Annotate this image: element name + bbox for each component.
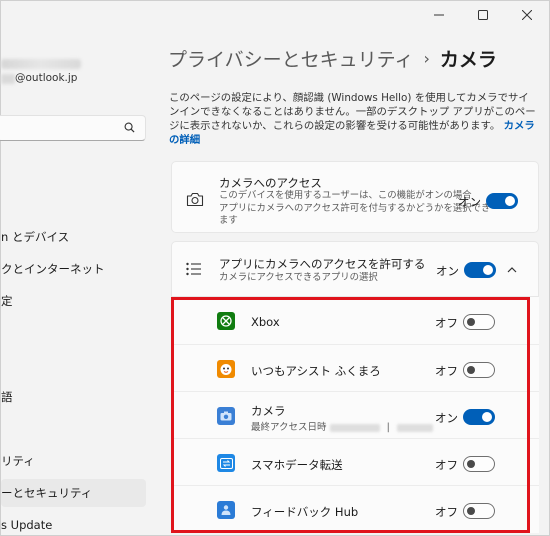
xbox-icon: [217, 312, 235, 330]
feedback-hub-icon: [217, 501, 235, 519]
app-state: オフ: [435, 505, 458, 519]
sidebar-item-label: n とデバイス: [1, 230, 70, 244]
feedback-hub-toggle[interactable]: [463, 503, 495, 519]
camera-icon: [186, 192, 204, 207]
sidebar-item-bluetooth-devices[interactable]: n とデバイス: [1, 223, 146, 251]
breadcrumb-parent[interactable]: プライバシーとセキュリティ: [168, 45, 413, 72]
breadcrumb-separator: ›: [423, 49, 430, 68]
settings-search-input[interactable]: [0, 115, 146, 141]
camera-access-toggle[interactable]: [486, 193, 518, 209]
sidebar-item-label: 定: [1, 294, 13, 308]
app-row-camera: カメラ 最終アクセス日時 | オン: [171, 391, 539, 438]
last-access-time-redacted: [396, 423, 433, 432]
app-camera-access-title: アプリにカメラへのアクセスを許可する: [219, 257, 426, 271]
sidebar-item-windows-update[interactable]: s Update: [1, 511, 146, 536]
app-camera-access-toggle[interactable]: [464, 262, 496, 278]
app-list: Xbox オフ いつもアシスト ふくまろ オフ カメラ 最終アクセス日時 | オ…: [171, 297, 539, 533]
app-row-fukumaro: いつもアシスト ふくまろ オフ: [171, 344, 539, 391]
camera-access-subtitle-1: このデバイスを使用するユーザーは、この機能がオンの場合: [219, 190, 472, 201]
app-state: オフ: [435, 458, 458, 472]
last-access-separator: |: [386, 422, 390, 433]
camera-access-title: カメラへのアクセス: [219, 176, 322, 190]
camera-access-state: オン: [458, 195, 481, 209]
app-state: オフ: [435, 364, 458, 378]
app-name: Xbox: [251, 315, 280, 329]
phone-transfer-toggle[interactable]: [463, 456, 495, 472]
last-access-date-redacted: [329, 423, 380, 432]
sidebar-item-settings[interactable]: 定: [1, 287, 146, 315]
main-content: プライバシーとセキュリティ › カメラ このページの設定により、顔認識 (Win…: [156, 1, 550, 536]
app-row-phone-transfer: スマホデータ転送 オフ: [171, 438, 539, 485]
sidebar: @outlook.jp n とデバイス クとインターネット 定 語 リティ ーと…: [0, 1, 156, 536]
app-row-feedback-hub: フィードバック Hub オフ: [171, 485, 539, 532]
sidebar-item-label: クとインターネット: [1, 262, 105, 276]
user-email: @outlook.jp: [15, 72, 78, 84]
app-row-xbox: Xbox オフ: [171, 297, 539, 344]
app-name: いつもアシスト ふくまろ: [251, 364, 381, 378]
xbox-toggle[interactable]: [463, 314, 495, 330]
sidebar-item-label: 語: [1, 390, 13, 404]
fukumaro-toggle[interactable]: [463, 362, 495, 378]
sidebar-item-privacy-security[interactable]: ーとセキュリティ: [1, 479, 146, 507]
fukumaro-icon: [217, 360, 235, 378]
chevron-up-icon[interactable]: [507, 266, 517, 273]
description-text: このページの設定により、顔認識 (Windows Hello) を使用してカメラ…: [169, 92, 536, 132]
user-email-redacted: [1, 74, 15, 84]
app-camera-access-card[interactable]: アプリにカメラへのアクセスを許可する カメラにアクセスできるアプリの選択 オン: [171, 241, 539, 297]
app-name: フィードバック Hub: [251, 505, 359, 519]
page-description: このページの設定により、顔認識 (Windows Hello) を使用してカメラ…: [169, 91, 539, 147]
sidebar-item-language[interactable]: 語: [1, 383, 146, 411]
app-name: カメラ: [251, 404, 286, 418]
app-list-icon: [186, 262, 201, 276]
app-name: スマホデータ転送: [251, 458, 343, 472]
app-camera-access-state: オン: [436, 264, 459, 278]
camera-access-subtitle-3: ます: [219, 215, 238, 226]
breadcrumb: プライバシーとセキュリティ › カメラ: [168, 45, 497, 72]
user-name-redacted: [1, 59, 81, 69]
camera-app-icon: [217, 407, 235, 425]
camera-access-subtitle-2: アプリにカメラへのアクセス許可を付与するかどうかを選択でき: [219, 202, 491, 214]
app-state: オフ: [435, 316, 458, 330]
sidebar-item-network[interactable]: クとインターネット: [1, 255, 146, 283]
search-icon: [124, 122, 135, 133]
sidebar-item-label: リティ: [1, 454, 35, 468]
settings-window: @outlook.jp n とデバイス クとインターネット 定 語 リティ ーと…: [0, 0, 550, 536]
camera-access-card: カメラへのアクセス このデバイスを使用するユーザーは、この機能がオンの場合 アプ…: [171, 161, 539, 233]
phone-transfer-icon: [217, 454, 235, 472]
page-title: カメラ: [439, 49, 497, 71]
sidebar-item-label: s Update: [1, 518, 53, 532]
last-access-label: 最終アクセス日時: [251, 422, 327, 433]
camera-last-access: 最終アクセス日時 |: [251, 419, 433, 433]
sidebar-item-accessibility[interactable]: リティ: [1, 447, 146, 475]
camera-app-toggle[interactable]: [463, 409, 495, 425]
app-camera-access-subtitle: カメラにアクセスできるアプリの選択: [219, 272, 378, 283]
app-state: オン: [435, 411, 458, 425]
sidebar-item-label: ーとセキュリティ: [1, 486, 93, 500]
